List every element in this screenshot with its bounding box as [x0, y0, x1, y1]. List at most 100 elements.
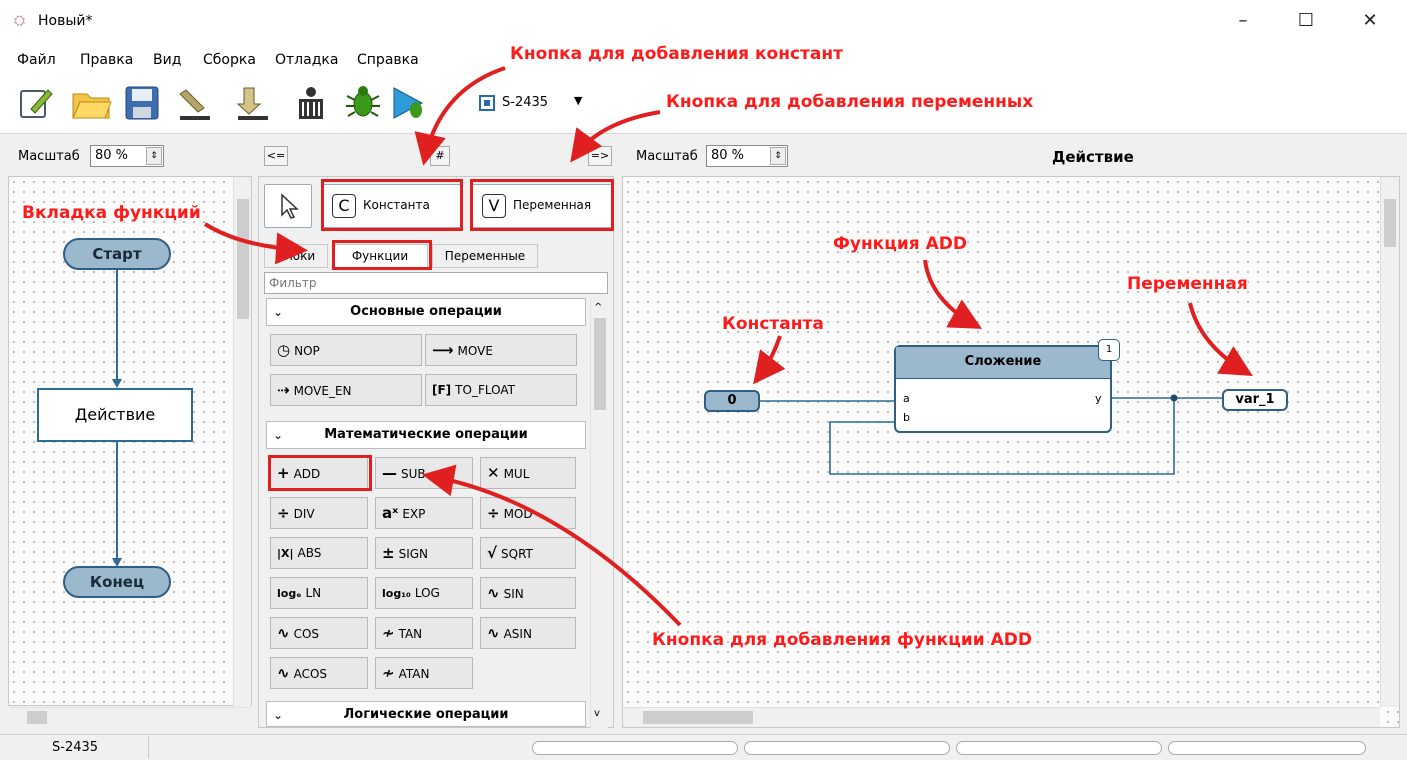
upload-icon[interactable]: [176, 82, 218, 124]
func-cos-button[interactable]: ∿ COS: [270, 617, 368, 649]
flow-start-node[interactable]: Старт: [63, 238, 171, 270]
download-icon[interactable]: [230, 82, 272, 124]
filter-input[interactable]: Фильтр: [264, 272, 608, 294]
collapse-left-button[interactable]: <=: [264, 146, 288, 166]
right-scale-spin-icon[interactable]: ⇕: [770, 147, 786, 165]
left-vertical-scrollbar[interactable]: [233, 177, 251, 707]
chevron-down-icon: ⌄: [273, 708, 284, 722]
menu-help[interactable]: Справка: [357, 52, 419, 68]
func-tan-button[interactable]: ≁ TAN: [375, 617, 473, 649]
constant-node[interactable]: 0: [704, 390, 760, 412]
func-sqrt-button[interactable]: √ SQRT: [480, 537, 576, 569]
status-progress-4: [1168, 741, 1366, 755]
open-folder-icon[interactable]: [70, 82, 112, 124]
func-abs-button[interactable]: |X| ABS: [270, 537, 368, 569]
func-exp-button[interactable]: aˣ EXP: [375, 497, 473, 529]
func-nop-button[interactable]: ◷ NOP: [270, 334, 422, 366]
add-function-block[interactable]: Сложение a b y: [894, 345, 1112, 433]
func-div-label: DIV: [293, 507, 315, 521]
func-to-float-button[interactable]: [F] TO_FLOAT: [425, 374, 577, 406]
sqrt-icon: √: [487, 544, 498, 562]
func-sqrt-label: SQRT: [501, 547, 533, 561]
palette-scrollbar-thumb[interactable]: [594, 318, 606, 410]
left-horizontal-scrollbar[interactable]: [9, 707, 252, 727]
mul-icon: ✕: [487, 464, 500, 482]
port-y-label[interactable]: y: [1095, 392, 1102, 405]
variable-node[interactable]: var_1: [1222, 389, 1288, 411]
app-icon: ⛭: [14, 13, 26, 29]
status-progress-2: [744, 741, 950, 755]
right-horizontal-scrollbar-thumb[interactable]: [643, 711, 753, 724]
func-nop-label: NOP: [294, 344, 320, 358]
menu-edit[interactable]: Правка: [80, 52, 133, 68]
flow-end-node[interactable]: Конец: [63, 566, 171, 598]
menu-debug[interactable]: Отладка: [275, 52, 338, 68]
debug-bug-icon[interactable]: [342, 82, 384, 124]
func-asin-label: ASIN: [503, 627, 532, 641]
to-float-icon: [F]: [432, 383, 452, 397]
func-sub-button[interactable]: — SUB: [375, 457, 473, 489]
right-scale-value: 80 %: [711, 148, 745, 163]
palette-scrollbar[interactable]: ^ v: [590, 298, 608, 728]
func-mul-label: MUL: [503, 467, 530, 481]
menu-build[interactable]: Сборка: [203, 52, 256, 68]
tab-blocks[interactable]: Блоки: [264, 244, 328, 268]
scroll-up-icon[interactable]: ^: [594, 302, 602, 313]
tab-variables[interactable]: Переменные: [432, 244, 538, 268]
device-select[interactable]: S-2435: [502, 95, 548, 110]
func-sign-button[interactable]: ± SIGN: [375, 537, 473, 569]
func-mul-button[interactable]: ✕ MUL: [480, 457, 576, 489]
sub-icon: —: [382, 464, 397, 482]
port-a-label[interactable]: a: [903, 392, 910, 405]
menu-file[interactable]: Файл: [17, 52, 56, 68]
right-vertical-scrollbar-thumb[interactable]: [1384, 199, 1396, 247]
func-mod-button[interactable]: ÷ MOD: [480, 497, 576, 529]
func-asin-button[interactable]: ∿ ASIN: [480, 617, 576, 649]
left-scale-spin-icon[interactable]: ⇕: [146, 147, 162, 165]
section-basic-operations[interactable]: ⌄ Основные операции: [266, 298, 586, 326]
run-debug-icon[interactable]: [388, 82, 430, 124]
right-vertical-scrollbar[interactable]: [1380, 177, 1399, 707]
minimize-button[interactable]: –: [1228, 10, 1258, 34]
func-div-button[interactable]: ÷ DIV: [270, 497, 368, 529]
flow-action-node[interactable]: Действие: [37, 388, 193, 442]
chevron-down-icon: ⌄: [273, 305, 284, 319]
annotation-add-variable: Кнопка для добавления переменных: [666, 92, 1034, 112]
func-atan-button[interactable]: ≁ ATAN: [375, 657, 473, 689]
add-block-title: Сложение: [896, 347, 1110, 379]
func-to-float-label: TO_FLOAT: [455, 383, 515, 397]
func-abs-label: ABS: [297, 546, 322, 560]
func-sin-button[interactable]: ∿ SIN: [480, 577, 576, 609]
func-sin-label: SIN: [503, 587, 524, 601]
port-b-label[interactable]: b: [903, 411, 910, 424]
menu-view[interactable]: Вид: [153, 52, 181, 68]
collapse-right-button[interactable]: =>: [588, 146, 612, 166]
highlight-constant-button: [321, 179, 463, 231]
section-math-title: Математические операции: [324, 427, 528, 442]
section-math-operations[interactable]: ⌄ Математические операции: [266, 421, 586, 449]
right-horizontal-scrollbar[interactable]: [623, 707, 1380, 727]
div-icon: ÷: [277, 504, 290, 522]
func-sub-label: SUB: [401, 467, 426, 481]
mod-icon: ÷: [487, 504, 500, 522]
palette-grip-icon[interactable]: #: [430, 146, 450, 166]
func-atan-label: ATAN: [398, 667, 430, 681]
device-dropdown-chevron-icon[interactable]: ▼: [574, 94, 582, 107]
build-icon[interactable]: [290, 82, 332, 124]
new-file-icon[interactable]: [14, 82, 56, 124]
left-horizontal-scrollbar-thumb[interactable]: [27, 711, 47, 724]
func-acos-button[interactable]: ∿ ACOS: [270, 657, 368, 689]
func-ln-button[interactable]: logₑ LN: [270, 577, 368, 609]
func-move-button[interactable]: ⟶ MOVE: [425, 334, 577, 366]
section-logic-operations[interactable]: ⌄ Логические операции: [266, 701, 586, 727]
scroll-down-icon[interactable]: v: [594, 708, 600, 719]
pointer-tool-button[interactable]: [264, 184, 312, 228]
maximize-button[interactable]: ☐: [1291, 10, 1321, 34]
save-icon[interactable]: [121, 82, 163, 124]
section-logic-title: Логические операции: [343, 707, 509, 722]
func-log-button[interactable]: log₁₀ LOG: [375, 577, 473, 609]
left-vertical-scrollbar-thumb[interactable]: [237, 199, 249, 319]
func-exp-label: EXP: [402, 507, 426, 521]
func-move-en-button[interactable]: ⇢ MOVE_EN: [270, 374, 422, 406]
close-button[interactable]: ✕: [1355, 10, 1385, 34]
